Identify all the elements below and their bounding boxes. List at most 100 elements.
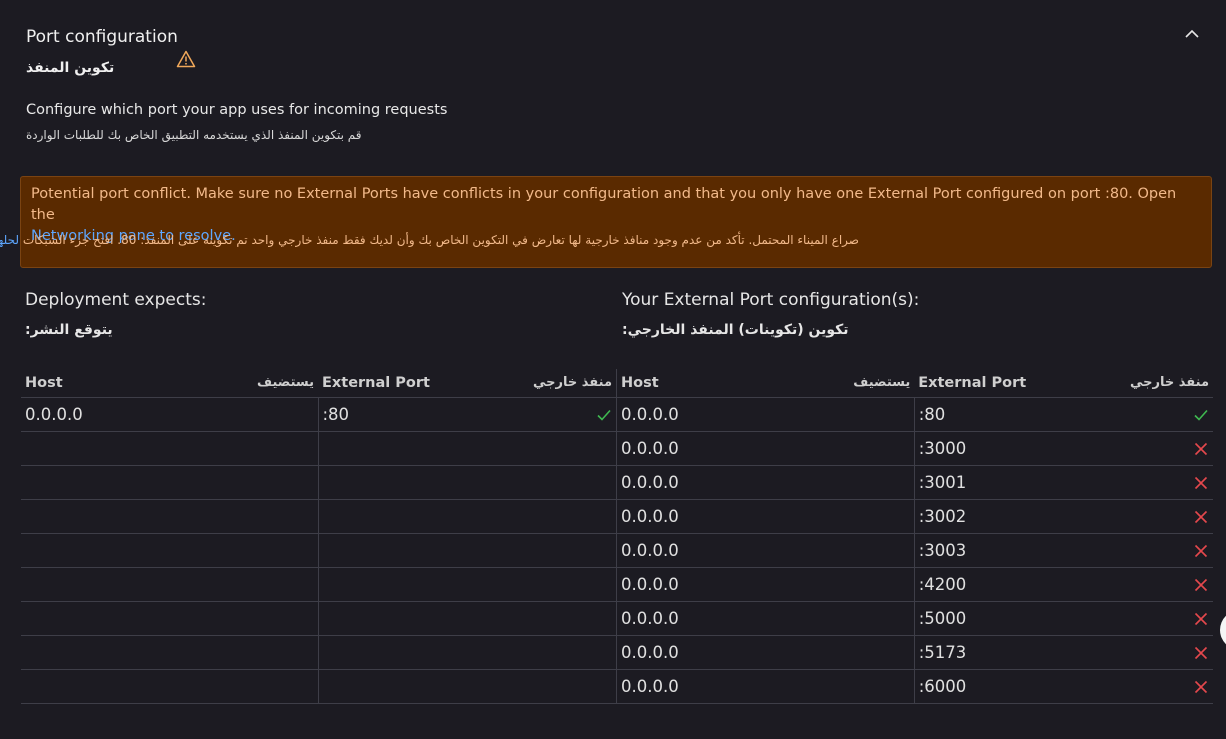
- table-row: 0.0.0.0 :80: [21, 397, 616, 432]
- port-cell: :5000: [914, 601, 1213, 636]
- port-value: :80: [918, 405, 946, 424]
- close-icon: [1194, 476, 1208, 489]
- empty-cell: [318, 465, 616, 500]
- table-row: 0.0.0.0:5000: [616, 601, 1213, 636]
- table-row: [21, 669, 616, 704]
- banner-text-ar: صراع الميناء المحتمل. تأكد من عدم وجود م…: [0, 233, 859, 247]
- host-cell: 0.0.0.0: [616, 601, 915, 636]
- empty-cell: [318, 567, 616, 602]
- host-cell: 0.0.0.0: [616, 567, 915, 602]
- port-cell: :5173: [914, 635, 1213, 670]
- port-cell: :3002: [914, 499, 1213, 534]
- table-row: [21, 431, 616, 466]
- port-cell: :4200: [914, 567, 1213, 602]
- host-column-header: Host يستضيف: [21, 369, 318, 398]
- host-header-label: Host: [621, 375, 659, 391]
- empty-cell: [21, 431, 319, 466]
- host-cell: 0.0.0.0: [616, 397, 915, 432]
- empty-cell: [21, 533, 319, 568]
- table-header-row: Host يستضيف External Port منفذ خارجي: [616, 369, 1213, 398]
- host-cell: 0.0.0.0: [616, 669, 915, 704]
- empty-cell: [21, 499, 319, 534]
- port-value: :3000: [918, 439, 967, 458]
- host-header-label-ar: يستضيف: [853, 375, 911, 390]
- chevron-up-icon[interactable]: [1183, 27, 1201, 41]
- port-value: :5173: [918, 643, 967, 662]
- warning-triangle-icon: [176, 50, 196, 68]
- host-header-label: Host: [25, 375, 63, 391]
- section-description: Configure which port your app uses for i…: [26, 102, 448, 118]
- banner-text: Potential port conflict. Make sure no Ex…: [31, 186, 1177, 223]
- empty-cell: [21, 567, 319, 602]
- close-icon: [1194, 510, 1208, 523]
- port-header-label: External Port: [918, 375, 1027, 391]
- empty-cell: [318, 635, 616, 670]
- table-row: 0.0.0.0:6000: [616, 669, 1213, 704]
- empty-cell: [318, 669, 616, 704]
- host-cell: 0.0.0.0: [616, 465, 915, 500]
- port-value: :4200: [918, 575, 967, 594]
- port-column-header: External Port منفذ خارجي: [318, 369, 616, 398]
- external-heading-ar: تكوين (تكوينات) المنفذ الخارجي:: [622, 322, 849, 338]
- empty-cell: [318, 431, 616, 466]
- deployment-heading-ar: يتوقع النشر:: [25, 322, 113, 338]
- port-value: :80: [322, 405, 350, 424]
- table-row: [21, 601, 616, 636]
- port-value: :6000: [918, 677, 967, 696]
- host-cell: 0.0.0.0: [21, 397, 319, 432]
- section-description-ar: قم بتكوين المنفذ الذي يستخدمه التطبيق ال…: [26, 128, 362, 142]
- port-value: :5000: [918, 609, 967, 628]
- table-header-row: Host يستضيف External Port منفذ خارجي: [21, 369, 616, 398]
- close-icon: [1194, 612, 1208, 625]
- close-icon: [1194, 578, 1208, 591]
- port-cell: :3001: [914, 465, 1213, 500]
- empty-cell: [21, 465, 319, 500]
- port-cell: :3003: [914, 533, 1213, 568]
- check-icon: [597, 409, 611, 421]
- port-value: :3001: [918, 473, 967, 492]
- port-header-label: External Port: [322, 375, 430, 391]
- port-header-label-ar: منفذ خارجي: [532, 375, 612, 390]
- close-icon: [1194, 646, 1208, 659]
- table-row: [21, 567, 616, 602]
- host-header-label-ar: يستضيف: [256, 375, 314, 390]
- empty-cell: [21, 601, 319, 636]
- close-icon: [1194, 544, 1208, 557]
- table-row: 0.0.0.0:3002: [616, 499, 1213, 534]
- port-cell: :6000: [914, 669, 1213, 704]
- close-icon: [1194, 680, 1208, 693]
- empty-cell: [318, 601, 616, 636]
- port-header-label-ar: منفذ خارجي: [1129, 375, 1209, 390]
- deployment-heading: Deployment expects:: [25, 290, 207, 310]
- host-cell: 0.0.0.0: [616, 499, 915, 534]
- table-row: [21, 465, 616, 500]
- port-column-header: External Port منفذ خارجي: [914, 369, 1213, 398]
- section-title-ar: تكوين المنفذ: [26, 60, 115, 76]
- close-icon: [1194, 442, 1208, 455]
- check-icon: [1194, 409, 1208, 421]
- table-row: 0.0.0.0:3000: [616, 431, 1213, 466]
- external-heading: Your External Port configuration(s):: [622, 290, 920, 310]
- table-row: [21, 635, 616, 670]
- empty-cell: [318, 499, 616, 534]
- port-value: :3002: [918, 507, 967, 526]
- table-row: [21, 533, 616, 568]
- empty-cell: [318, 533, 616, 568]
- table-row: 0.0.0.0:80: [616, 397, 1213, 432]
- resolve-link-ar[interactable]: لحلها: [0, 233, 19, 247]
- empty-cell: [21, 669, 319, 704]
- banner-text-ar-body: صراع الميناء المحتمل. تأكد من عدم وجود م…: [22, 233, 859, 247]
- empty-cell: [21, 635, 319, 670]
- external-ports-table: Host يستضيف External Port منفذ خارجي 0.0…: [616, 369, 1213, 704]
- port-conflict-banner: Potential port conflict. Make sure no Ex…: [0, 176, 1212, 268]
- table-row: [21, 499, 616, 534]
- port-value: :3003: [918, 541, 967, 560]
- floating-button[interactable]: [1220, 610, 1226, 650]
- host-column-header: Host يستضيف: [616, 369, 915, 398]
- host-cell: 0.0.0.0: [616, 635, 915, 670]
- deployment-table: Host يستضيف External Port منفذ خارجي 0.0…: [21, 369, 616, 704]
- host-cell: 0.0.0.0: [616, 533, 915, 568]
- table-row: 0.0.0.0:5173: [616, 635, 1213, 670]
- port-cell: :80: [318, 397, 616, 432]
- port-cell: :3000: [914, 431, 1213, 466]
